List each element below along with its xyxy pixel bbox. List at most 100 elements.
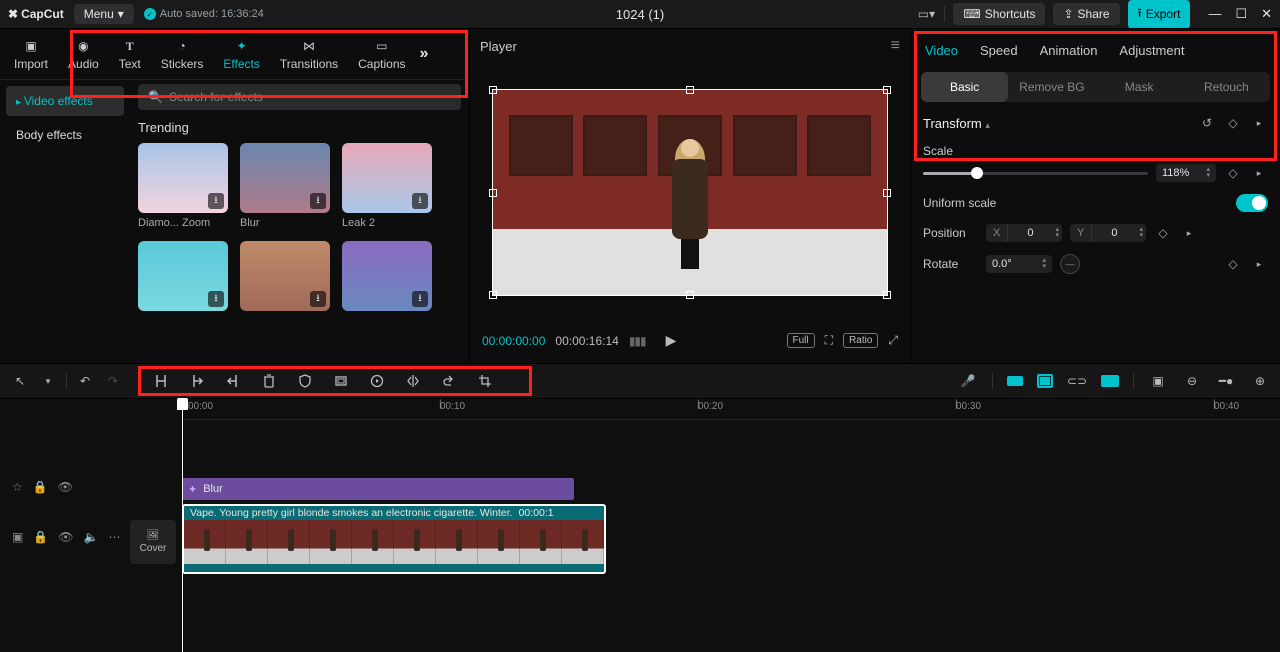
scale-slider[interactable] bbox=[923, 172, 1148, 175]
star-icon[interactable]: ☆ bbox=[12, 480, 23, 494]
keyframe-icon[interactable]: ◇ bbox=[1154, 224, 1172, 242]
trim-left-tool[interactable] bbox=[187, 371, 207, 391]
play-button[interactable]: ▶ bbox=[666, 332, 677, 349]
keyframe-icon[interactable]: ◇ bbox=[1224, 164, 1242, 182]
chevron-right-icon[interactable]: ▸ bbox=[1250, 114, 1268, 132]
focus-icon[interactable]: ⛶ bbox=[825, 333, 833, 348]
rotate-dial[interactable]: — bbox=[1060, 254, 1080, 274]
link-icon[interactable]: ⊂⊃ bbox=[1067, 371, 1087, 391]
chevron-right-icon[interactable]: ▸ bbox=[1250, 255, 1268, 273]
video-frame[interactable] bbox=[492, 89, 888, 296]
effect-thumb[interactable]: ⭳ bbox=[342, 241, 432, 315]
export-button[interactable]: ⭱ Export bbox=[1128, 0, 1191, 29]
effect-clip[interactable]: ✦ Blur bbox=[182, 478, 574, 500]
menu-button[interactable]: Menu ▾ bbox=[74, 4, 134, 24]
crop-tool[interactable] bbox=[331, 371, 351, 391]
zoom-slider-icon[interactable]: ━● bbox=[1216, 371, 1236, 391]
position-y-input[interactable]: Y0▴▾ bbox=[1070, 224, 1146, 242]
effect-thumb[interactable]: ⭳ Leak 2 bbox=[342, 143, 432, 229]
video-clip[interactable]: Vape. Young pretty girl blonde smokes an… bbox=[182, 504, 606, 574]
download-icon[interactable]: ⭳ bbox=[208, 291, 224, 307]
shortcuts-button[interactable]: ⌨ Shortcuts bbox=[953, 3, 1045, 25]
eye-icon[interactable]: 👁 bbox=[58, 480, 73, 494]
fullscreen-icon[interactable]: ⤢ bbox=[888, 333, 898, 348]
transform-header[interactable]: Transform ▴ bbox=[923, 116, 990, 131]
minimize-button[interactable]: — bbox=[1208, 6, 1221, 22]
tab-video[interactable]: Video bbox=[925, 43, 958, 58]
mic-icon[interactable]: 🎤 bbox=[958, 371, 978, 391]
delete-tool[interactable] bbox=[259, 371, 279, 391]
chevron-down-icon[interactable]: ▾ bbox=[38, 371, 58, 391]
timeline-ruler[interactable]: 00:00 00:10 00:20 00:30 00:40 | | | | | bbox=[182, 399, 1280, 420]
subtab-retouch[interactable]: Retouch bbox=[1183, 72, 1270, 102]
full-button[interactable]: Full bbox=[787, 333, 815, 348]
zoom-in-icon[interactable]: ⊕ bbox=[1250, 371, 1270, 391]
tab-adjustment[interactable]: Adjustment bbox=[1119, 43, 1184, 58]
close-button[interactable]: ✕ bbox=[1261, 6, 1272, 22]
reverse-tool[interactable] bbox=[367, 371, 387, 391]
toggle-b[interactable] bbox=[1037, 374, 1053, 388]
pointer-tool[interactable]: ↖ bbox=[10, 371, 30, 391]
tab-speed[interactable]: Speed bbox=[980, 43, 1018, 58]
zoom-out-icon[interactable]: ⊖ bbox=[1182, 371, 1202, 391]
toggle-a[interactable] bbox=[1007, 376, 1023, 386]
playhead[interactable] bbox=[182, 399, 183, 652]
download-icon[interactable]: ⭳ bbox=[412, 291, 428, 307]
download-icon[interactable]: ⭳ bbox=[412, 193, 428, 209]
aspect-icon[interactable]: ▭▾ bbox=[916, 4, 936, 24]
scale-value[interactable]: 118%▴▾ bbox=[1156, 164, 1216, 182]
effect-thumb[interactable]: ⭳ bbox=[240, 241, 330, 315]
uniform-scale-toggle[interactable] bbox=[1236, 194, 1268, 212]
tracks-area[interactable]: ☆ 🔒 👁 ▣ 🔒 👁 🔈 ⋯ 🖼 Cover ✦ Blur Vape. You… bbox=[0, 420, 1280, 652]
volume-bars-icon[interactable]: ▮▮▮ bbox=[629, 334, 646, 348]
tab-audio[interactable]: ◉ Audio bbox=[58, 35, 109, 73]
sidebar-video-effects[interactable]: Video effects bbox=[6, 86, 124, 116]
subtab-basic[interactable]: Basic bbox=[921, 72, 1008, 102]
tab-transitions[interactable]: ⋈ Transitions bbox=[270, 35, 348, 73]
lock-icon[interactable]: 🔒 bbox=[33, 480, 48, 494]
effect-thumb[interactable]: ⭳ Blur bbox=[240, 143, 330, 229]
maximize-button[interactable]: ☐ bbox=[1235, 6, 1247, 22]
keyframe-icon[interactable]: ◇ bbox=[1224, 255, 1242, 273]
ratio-button[interactable]: Ratio bbox=[843, 333, 878, 348]
crop-frame-tool[interactable] bbox=[475, 371, 495, 391]
split-tool[interactable] bbox=[151, 371, 171, 391]
player-menu-icon[interactable]: ≡ bbox=[891, 37, 900, 55]
tab-effects[interactable]: ✦ Effects bbox=[213, 35, 269, 73]
undo-button[interactable]: ↶ bbox=[75, 371, 95, 391]
player-canvas[interactable] bbox=[480, 59, 900, 326]
tab-captions[interactable]: ▭ Captions bbox=[348, 35, 415, 73]
chevron-right-icon[interactable]: ▸ bbox=[1250, 164, 1268, 182]
mirror-tool[interactable] bbox=[403, 371, 423, 391]
tab-animation[interactable]: Animation bbox=[1040, 43, 1098, 58]
subtab-removebg[interactable]: Remove BG bbox=[1008, 72, 1095, 102]
more-tabs-button[interactable]: » bbox=[420, 45, 429, 63]
volume-icon[interactable]: 🔈 bbox=[84, 530, 99, 544]
preview-icon[interactable]: ▣ bbox=[1148, 371, 1168, 391]
cover-button[interactable]: 🖼 Cover bbox=[130, 520, 176, 564]
download-icon[interactable]: ⭳ bbox=[208, 193, 224, 209]
position-x-input[interactable]: X0▴▾ bbox=[986, 224, 1062, 242]
eye-icon[interactable]: 👁 bbox=[58, 530, 73, 544]
rotate-input[interactable]: 0.0°▴▾ bbox=[986, 255, 1052, 273]
redo-button[interactable]: ↷ bbox=[103, 371, 123, 391]
share-button[interactable]: ⇪ Share bbox=[1053, 3, 1119, 25]
download-icon[interactable]: ⭳ bbox=[310, 291, 326, 307]
reset-icon[interactable]: ↺ bbox=[1198, 114, 1216, 132]
lock-icon[interactable]: 🔒 bbox=[33, 530, 48, 544]
subtab-mask[interactable]: Mask bbox=[1096, 72, 1183, 102]
rotate-tool[interactable] bbox=[439, 371, 459, 391]
effect-thumb[interactable]: ⭳ bbox=[138, 241, 228, 315]
tab-text[interactable]: T Text bbox=[109, 35, 151, 73]
sidebar-body-effects[interactable]: Body effects bbox=[6, 120, 124, 150]
toggle-c[interactable] bbox=[1101, 375, 1119, 387]
keyframe-icon[interactable]: ◇ bbox=[1224, 114, 1242, 132]
shield-tool[interactable] bbox=[295, 371, 315, 391]
effect-thumb[interactable]: ⭳ Diamo... Zoom bbox=[138, 143, 228, 229]
tab-stickers[interactable]: ◔ Stickers bbox=[151, 35, 214, 73]
trim-right-tool[interactable] bbox=[223, 371, 243, 391]
effects-search[interactable]: 🔍 Search for effects bbox=[138, 84, 461, 110]
chevron-right-icon[interactable]: ▸ bbox=[1180, 224, 1198, 242]
download-icon[interactable]: ⭳ bbox=[310, 193, 326, 209]
more-icon[interactable]: ⋯ bbox=[108, 530, 120, 544]
